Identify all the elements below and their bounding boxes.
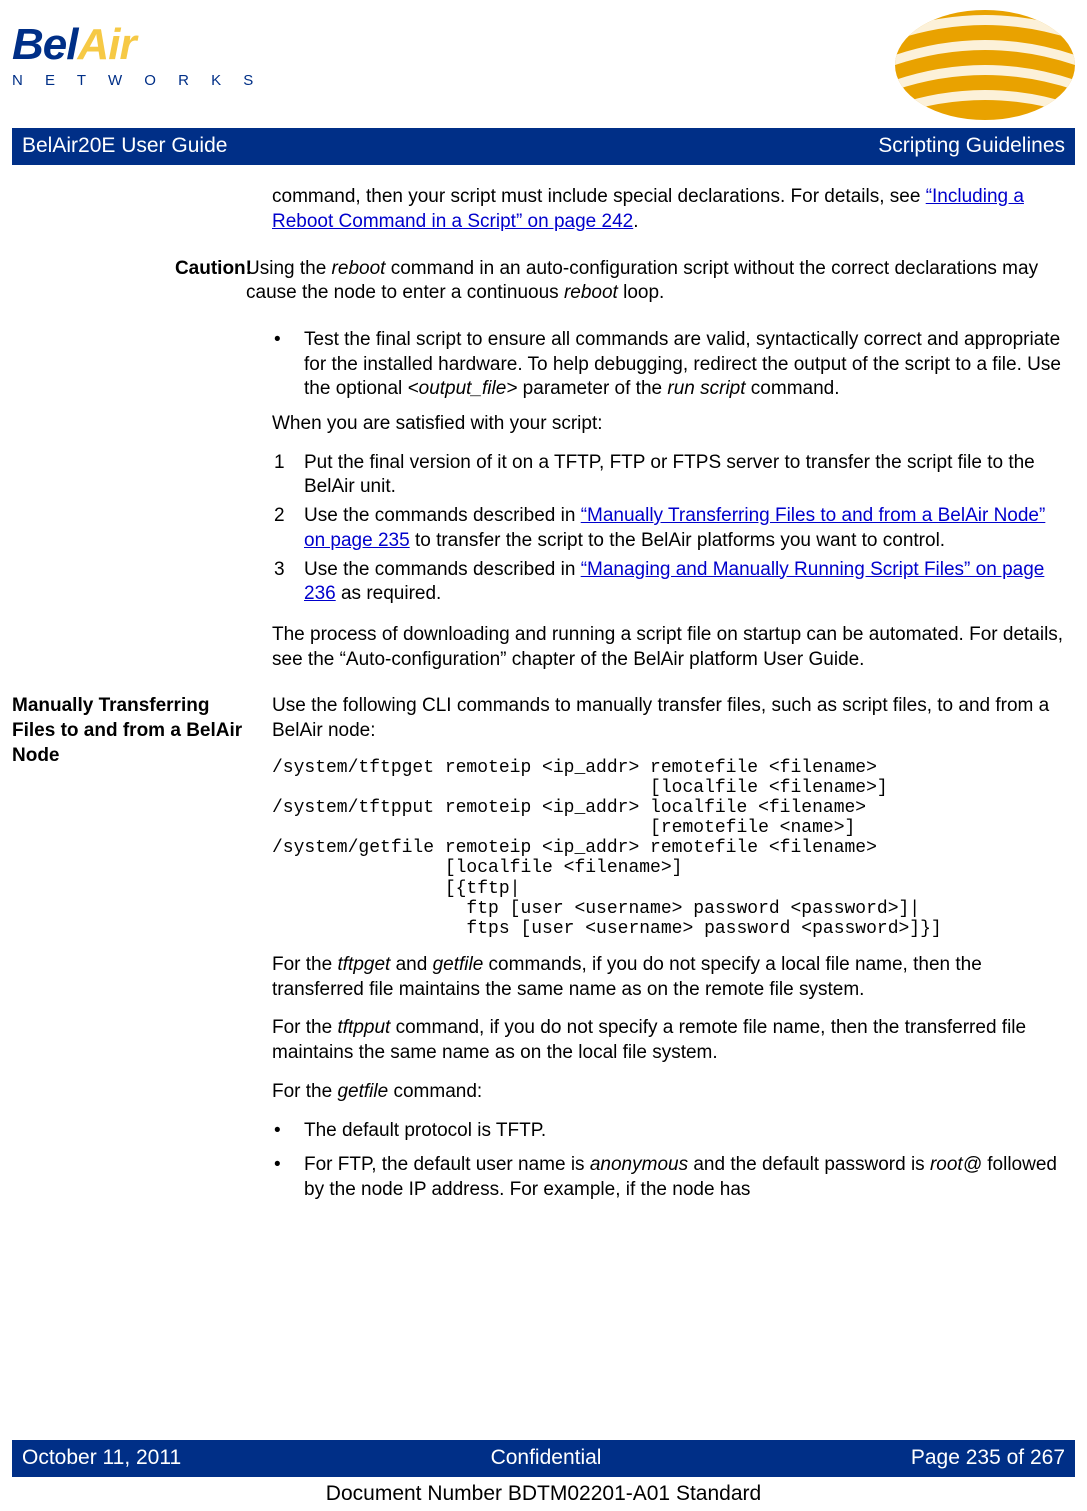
section-intro: Use the following CLI commands to manual… [272, 694, 1065, 743]
title-banner: BelAir20E User Guide Scripting Guideline… [12, 128, 1075, 165]
step-number: 1 [272, 451, 304, 500]
footer-banner: October 11, 2011 Confidential Page 235 o… [12, 1440, 1075, 1477]
footer-page: Page 235 of 267 [911, 1444, 1065, 1471]
continuation-paragraph: command, then your script must include s… [272, 185, 1065, 234]
cli-code-block: /system/tftpget remoteip <ip_addr> remot… [272, 758, 1065, 939]
section-title: Scripting Guidelines [878, 132, 1065, 159]
list-item: • Test the final script to ensure all co… [272, 328, 1065, 402]
footer-date: October 11, 2011 [22, 1444, 181, 1471]
tftpget-note: For the tftpget and getfile commands, if… [272, 953, 1065, 1002]
logo-text-bel: Bel [12, 20, 77, 69]
list-item: 1 Put the final version of it on a TFTP,… [272, 451, 1065, 500]
footer-confidential: Confidential [491, 1444, 602, 1471]
logo-subtext: N E T W O R K S [12, 71, 262, 91]
section-heading: Manually Transferring Files to and from … [12, 694, 272, 1212]
step-number: 3 [272, 558, 304, 607]
list-item: 2 Use the commands described in “Manuall… [272, 504, 1065, 553]
list-item: • For FTP, the default user name is anon… [272, 1153, 1065, 1202]
logo-text-air: Air [77, 20, 135, 69]
wave-icon [815, 10, 1075, 120]
list-item: 3 Use the commands described in “Managin… [272, 558, 1065, 607]
tftpput-note: For the tftpput command, if you do not s… [272, 1016, 1065, 1065]
document-number: Document Number BDTM02201-A01 Standard [0, 1480, 1087, 1507]
bullet-icon: • [272, 328, 304, 402]
step-number: 2 [272, 504, 304, 553]
getfile-header: For the getfile command: [272, 1080, 1065, 1105]
bullet-icon: • [272, 1119, 304, 1144]
doc-title: BelAir20E User Guide [22, 132, 227, 159]
page-header: BelAir N E T W O R K S [12, 10, 1075, 128]
auto-config-para: The process of downloading and running a… [272, 623, 1065, 672]
bullet-icon: • [272, 1153, 304, 1202]
satisfied-text: When you are satisfied with your script: [272, 412, 1065, 437]
list-item: • The default protocol is TFTP. [272, 1119, 1065, 1144]
caution-label: Caution! [12, 257, 272, 320]
caution-text: Using the reboot command in an auto-conf… [246, 257, 1065, 306]
brand-logo: BelAir N E T W O R K S [12, 10, 262, 91]
